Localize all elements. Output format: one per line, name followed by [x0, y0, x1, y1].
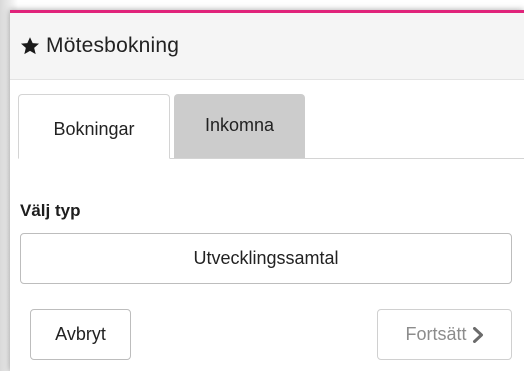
select-type-label: Välj typ	[20, 201, 81, 220]
tab-bokningar[interactable]: Bokningar	[18, 94, 170, 159]
dialog-header: Mötesbokning	[10, 13, 524, 80]
continue-button-label: Fortsätt	[405, 324, 467, 344]
star-icon	[20, 36, 40, 56]
dialog-title: Mötesbokning	[46, 34, 180, 57]
continue-button[interactable]: Fortsätt	[377, 309, 512, 360]
cancel-button[interactable]: Avbryt	[30, 309, 131, 360]
tab-inkomna[interactable]: Inkomna	[174, 94, 305, 158]
chevron-right-icon	[472, 326, 484, 343]
type-option-button[interactable]: Utvecklingssamtal	[20, 233, 512, 284]
booking-dialog: Mötesbokning Bokningar Inkomna Välj typ …	[10, 10, 524, 371]
tab-bar: Bokningar Inkomna	[18, 94, 524, 159]
